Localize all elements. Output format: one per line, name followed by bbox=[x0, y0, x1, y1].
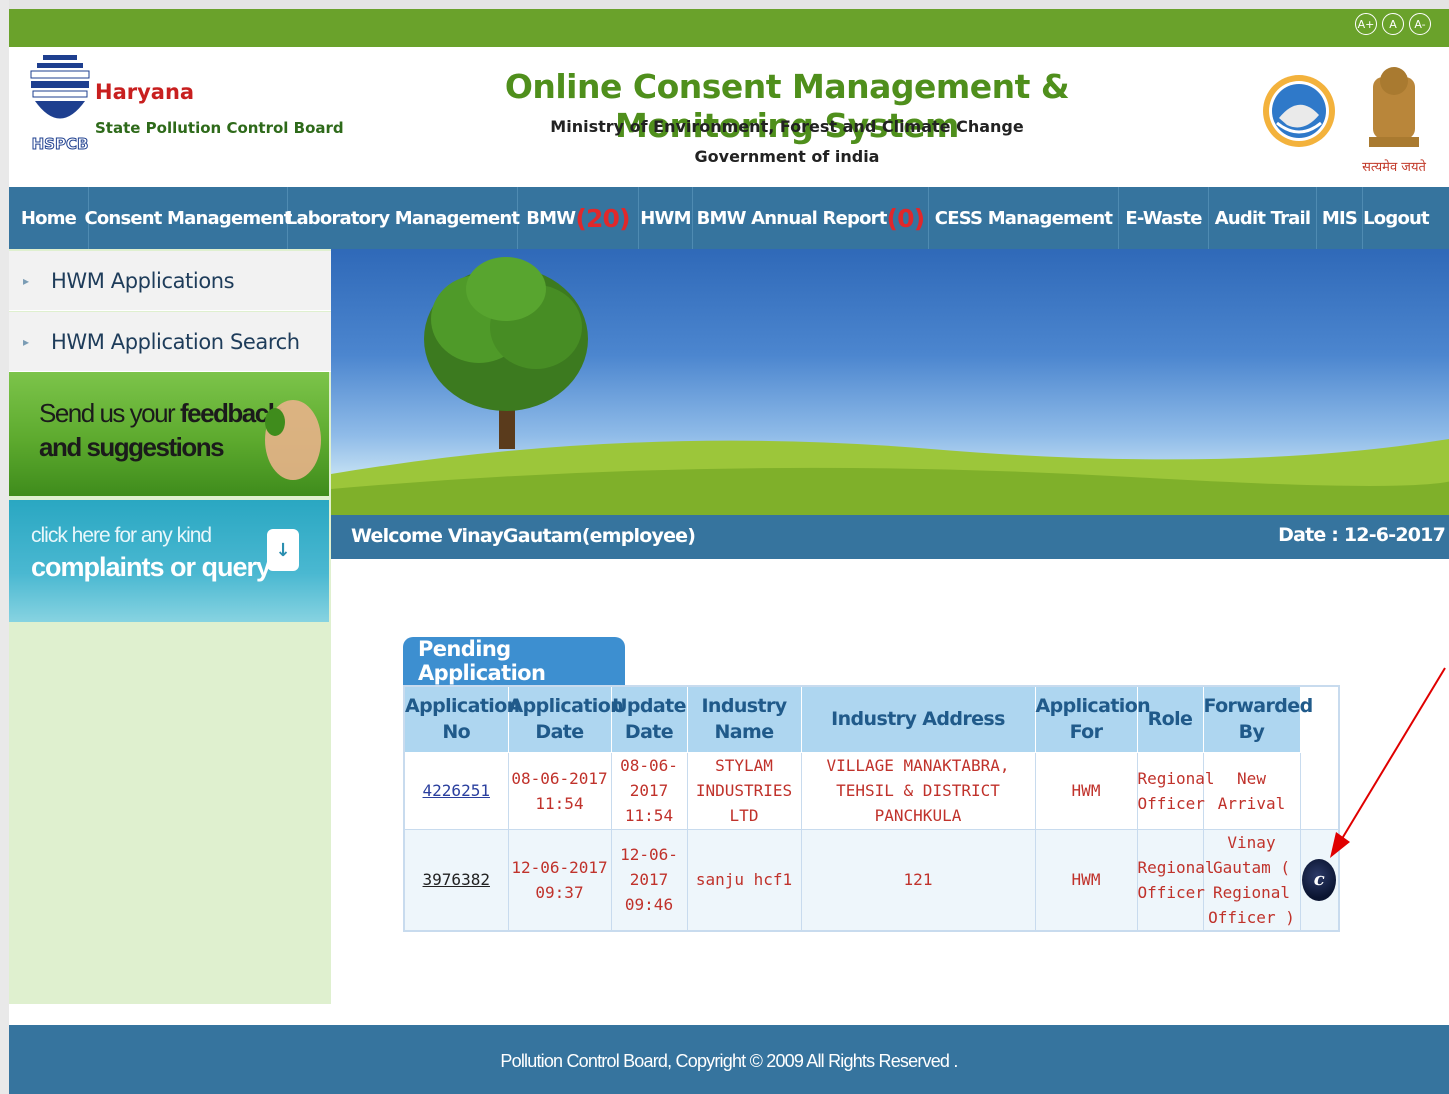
org-name: Haryana bbox=[95, 80, 195, 104]
update-date: 08-06- 2017 11:54 bbox=[610, 751, 688, 830]
top-bar: A+ A A- bbox=[9, 9, 1449, 47]
column-header: Update Date bbox=[610, 685, 688, 753]
nav-cess-management[interactable]: CESS Management bbox=[929, 187, 1119, 249]
government-name: Government of india bbox=[694, 147, 880, 166]
window-top-edge bbox=[0, 0, 1449, 9]
complaints-banner[interactable]: click here for any kind complaints or qu… bbox=[9, 500, 329, 622]
welcome-bar: Welcome VinayGautam(employee) Date : 12-… bbox=[331, 515, 1449, 559]
font-reset-button[interactable]: A bbox=[1382, 13, 1404, 35]
action-cell bbox=[1299, 751, 1340, 830]
hands-plant-icon bbox=[265, 400, 321, 480]
column-header: Application No bbox=[403, 685, 520, 753]
table-row: 3976382 12-06-2017 09:37 12-06- 2017 09:… bbox=[403, 828, 1340, 931]
role: Regional Officer bbox=[1136, 751, 1215, 830]
logo-text: HSPCB bbox=[32, 135, 89, 153]
table-header-row: Application No Application Date Update D… bbox=[403, 685, 1340, 753]
nav-bmw[interactable]: BMW (20) bbox=[518, 187, 639, 249]
landscape-banner-image bbox=[331, 249, 1449, 515]
sidebar-item-label: HWM Applications bbox=[51, 268, 235, 293]
table-row: 4226251 08-06-2017 11:54 08-06- 2017 11:… bbox=[403, 751, 1340, 830]
application-for: HWM bbox=[1034, 828, 1138, 931]
nav-hwm[interactable]: HWM bbox=[639, 187, 693, 249]
pending-application-table: Application No Application Date Update D… bbox=[403, 685, 1340, 932]
industry-address: VILLAGE MANAKTABRA, TEHSIL & DISTRICT PA… bbox=[800, 751, 1036, 830]
industry-address: 121 bbox=[800, 828, 1036, 931]
bullet-arrow-icon: ▸ bbox=[23, 273, 29, 288]
org-subtitle: State Pollution Control Board bbox=[95, 119, 344, 137]
feedback-banner[interactable]: Send us your feedback and suggestions bbox=[9, 372, 329, 496]
down-arrow-icon[interactable]: ↓ bbox=[267, 529, 299, 571]
font-size-controls: A+ A A- bbox=[1355, 13, 1431, 35]
welcome-text: Welcome VinayGautam(employee) bbox=[351, 525, 696, 547]
tree-landscape-icon bbox=[331, 257, 1449, 515]
column-header: Industry Name bbox=[686, 685, 802, 753]
national-emblem-icon: सत्यमेव जयते bbox=[1362, 67, 1426, 175]
industry-name: STYLAM INDUSTRIES LTD bbox=[686, 751, 802, 830]
column-header: Application Date bbox=[507, 685, 624, 753]
complaints-bold-text: complaints or query bbox=[31, 552, 271, 582]
feedback-text: Send us your bbox=[39, 398, 176, 428]
application-date: 08-06-2017 11:54 bbox=[507, 751, 612, 830]
emblem-caption: सत्यमेव जयते bbox=[1362, 159, 1426, 175]
site-footer: Pollution Control Board, Copyright © 200… bbox=[9, 1025, 1449, 1094]
main-navbar: Home Consent Management Laboratory Manag… bbox=[9, 187, 1449, 249]
process-application-button[interactable]: c bbox=[1302, 858, 1337, 901]
application-for: HWM bbox=[1034, 751, 1138, 830]
bmw-count-badge: (20) bbox=[575, 203, 630, 233]
bullet-arrow-icon: ▸ bbox=[23, 334, 29, 349]
application-date: 12-06-2017 09:37 bbox=[507, 828, 612, 931]
application-no-link[interactable]: 3976382 bbox=[423, 870, 490, 889]
sidebar-item-label: HWM Application Search bbox=[51, 329, 300, 354]
window-left-edge bbox=[0, 0, 9, 1094]
industry-name: sanju hcf1 bbox=[686, 828, 802, 931]
column-header: Forwarded By bbox=[1202, 685, 1313, 753]
action-cell: c bbox=[1299, 828, 1340, 931]
font-decrease-button[interactable]: A- bbox=[1409, 13, 1431, 35]
font-increase-button[interactable]: A+ bbox=[1355, 13, 1377, 35]
bmw-annual-report-badge: (0) bbox=[886, 203, 926, 233]
complaints-text: click here for any kind bbox=[31, 524, 212, 547]
namami-gange-emblem-icon bbox=[1263, 75, 1335, 147]
forwarded-by: New Arrival bbox=[1202, 751, 1301, 830]
site-header: HSPCB Haryana State Pollution Control Bo… bbox=[9, 47, 1449, 187]
forwarded-by: Vinay Gautam ( Regional Officer ) bbox=[1202, 828, 1301, 931]
hspcb-logo-icon: HSPCB bbox=[30, 55, 90, 154]
update-date: 12-06- 2017 09:46 bbox=[610, 828, 688, 931]
application-no-link[interactable]: 4226251 bbox=[423, 781, 490, 800]
sidebar-item-hwm-application-search[interactable]: ▸ HWM Application Search bbox=[9, 312, 331, 372]
nav-home[interactable]: Home bbox=[9, 187, 89, 249]
current-date: Date : 12-6-2017 bbox=[1278, 524, 1446, 546]
nav-audit-trail[interactable]: Audit Trail bbox=[1209, 187, 1317, 249]
nav-mis[interactable]: MIS bbox=[1317, 187, 1363, 249]
nav-bmw-annual-report[interactable]: BMW Annual Report (0) bbox=[693, 187, 929, 249]
feedback-text-line2: and suggestions bbox=[39, 432, 225, 462]
ministry-name: Ministry of Environment, Forest and Clim… bbox=[550, 117, 1024, 136]
pending-application-tab[interactable]: Pending Application bbox=[403, 637, 625, 685]
nav-consent-management[interactable]: Consent Management bbox=[84, 187, 292, 249]
sidebar-item-hwm-applications[interactable]: ▸ HWM Applications bbox=[9, 251, 331, 311]
copyright-text: Pollution Control Board, Copyright © 200… bbox=[500, 1051, 958, 1071]
column-header: Industry Address bbox=[800, 685, 1036, 753]
nav-e-waste[interactable]: E-Waste bbox=[1119, 187, 1209, 249]
column-header: Application For bbox=[1034, 685, 1151, 753]
role: Regional Officer bbox=[1136, 828, 1215, 931]
nav-laboratory-management[interactable]: Laboratory Management bbox=[286, 187, 520, 249]
nav-logout[interactable]: Logout bbox=[1363, 187, 1430, 249]
sidebar: ▸ HWM Applications ▸ HWM Application Sea… bbox=[9, 249, 331, 1004]
